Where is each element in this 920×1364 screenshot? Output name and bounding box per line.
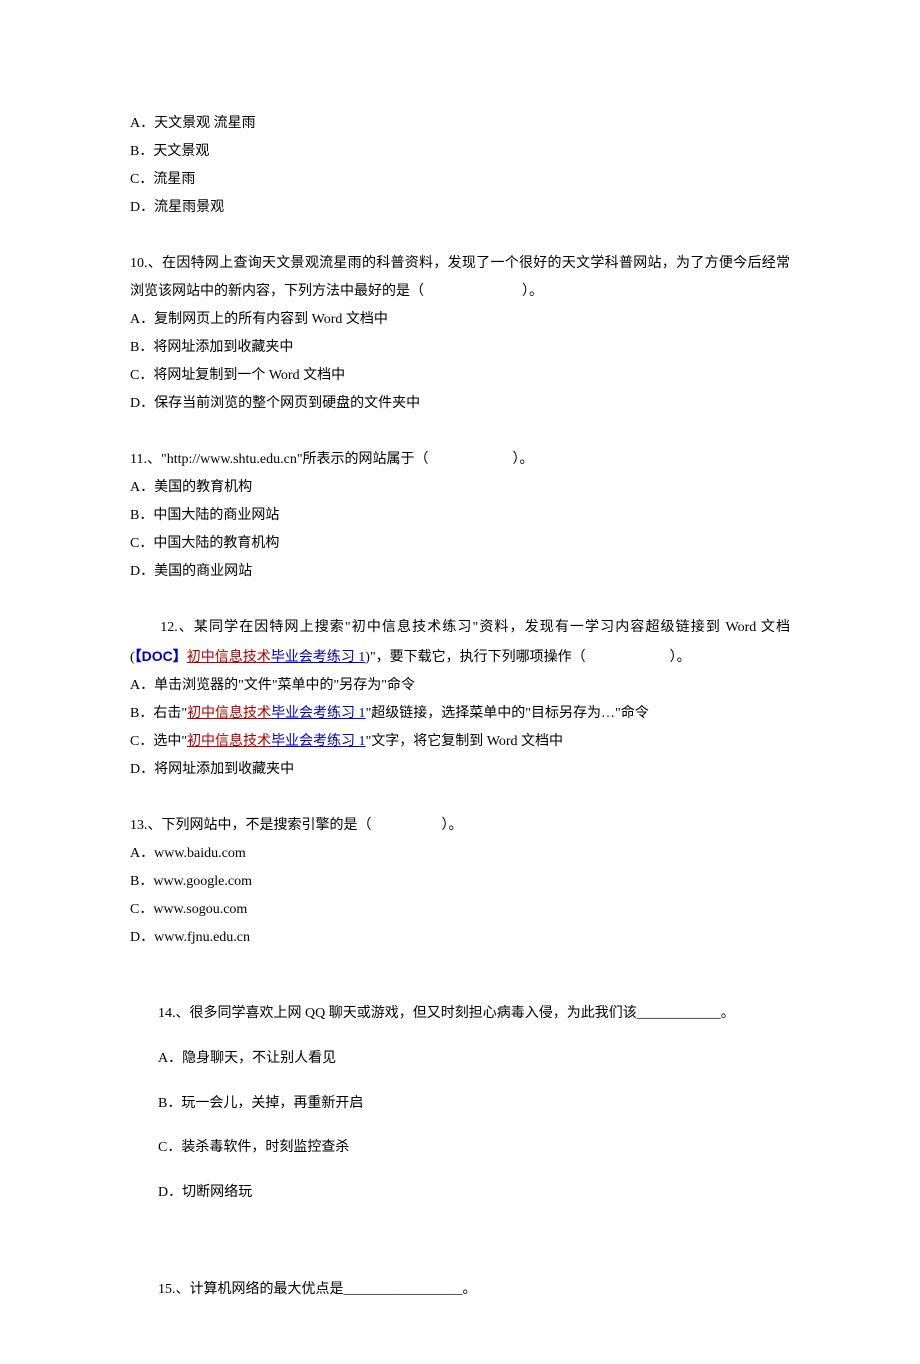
q14-opt-c: C．装杀毒软件，时刻监控查杀 [130,1126,790,1171]
q12-optc-suffix: "文字，将它复制到 Word 文档中 [366,734,563,749]
q11-opt-d: D．美国的商业网站 [130,558,790,586]
q10-stem: 10.、在因特网上查询天文景观流星雨的科普资料，发现了一个很好的天文学科普网站，… [130,250,790,306]
q12-link-b[interactable]: 初中信息技术毕业会考练习 1 [187,706,366,721]
q12-doc-tag-text: DOC [142,648,173,664]
question-10: 10.、在因特网上查询天文景观流星雨的科普资料，发现了一个很好的天文学科普网站，… [130,250,790,418]
q9-opt-b: B．天文景观 [130,138,790,166]
q12-opt-b: B．右击"初中信息技术毕业会考练习 1"超级链接，选择菜单中的"目标另存为…"命… [130,700,790,728]
q11-opt-b: B．中国大陆的商业网站 [130,502,790,530]
q12-opt-a: A．单击浏览器的"文件"菜单中的"另存为"命令 [130,672,790,700]
q12-link-1[interactable]: 初中信息技术毕业会考练习 1 [187,650,366,665]
q9-opt-d: D．流星雨景观 [130,194,790,222]
q12-optb-blue: 毕业会考练习 1 [271,706,366,721]
q13-opt-a: A．www.baidu.com [130,840,790,868]
q13-stem: 13.、下列网站中，不是搜索引擎的是（ ）。 [130,812,790,840]
question-14: 14.、很多同学喜欢上网 QQ 聊天或游戏，但又时刻担心病毒入侵，为此我们该__… [130,992,790,1216]
q10-opt-c: C．将网址复制到一个 Word 文档中 [130,362,790,390]
q14-opt-d: D．切断网络玩 [130,1171,790,1216]
q11-stem: 11.、"http://www.shtu.edu.cn"所表示的网站属于（ ）。 [130,446,790,474]
q10-opt-d: D．保存当前浏览的整个网页到硬盘的文件夹中 [130,390,790,418]
q10-opt-b: B．将网址添加到收藏夹中 [130,334,790,362]
q11-opt-a: A．美国的教育机构 [130,474,790,502]
q12-optb-red: 初中信息技术 [187,706,271,721]
q12-stem: 12.、某同学在因特网上搜索"初中信息技术练习"资料，发现有一学习内容超级链接到… [130,614,790,672]
q9-opt-a: A．天文景观 流星雨 [130,110,790,138]
q12-optc-blue: 毕业会考练习 1 [271,734,366,749]
q13-opt-c: C．www.sogou.com [130,896,790,924]
q12-doc-tag-close: 】 [173,648,187,664]
q12-link1-blue: 毕业会考练习 1 [271,650,366,665]
q12-optc-prefix: C．选中" [130,734,187,749]
q14-opt-b: B．玩一会儿，关掉，再重新开启 [130,1082,790,1127]
q13-opt-d: D．www.fjnu.edu.cn [130,924,790,952]
q12-doc-tag-open: 【 [135,648,142,664]
q14-opt-a: A．隐身聊天，不让别人看见 [130,1037,790,1082]
q14-stem: 14.、很多同学喜欢上网 QQ 聊天或游戏，但又时刻担心病毒入侵，为此我们该__… [130,992,790,1037]
question-13: 13.、下列网站中，不是搜索引擎的是（ ）。 A．www.baidu.com B… [130,812,790,952]
q12-optc-red: 初中信息技术 [187,734,271,749]
q12-link1-red: 初中信息技术 [187,650,271,665]
q10-opt-a: A．复制网页上的所有内容到 Word 文档中 [130,306,790,334]
q12-optb-suffix: "超级链接，选择菜单中的"目标另存为…"命令 [366,706,649,721]
question-11: 11.、"http://www.shtu.edu.cn"所表示的网站属于（ ）。… [130,446,790,586]
question-9-options: A．天文景观 流星雨 B．天文景观 C．流星雨 D．流星雨景观 [130,110,790,222]
q9-opt-c: C．流星雨 [130,166,790,194]
q13-opt-b: B．www.google.com [130,868,790,896]
question-15: 15.、计算机网络的最大优点是_________________。 [130,1276,790,1304]
q12-optb-prefix: B．右击" [130,706,187,721]
question-12: 12.、某同学在因特网上搜索"初中信息技术练习"资料，发现有一学习内容超级链接到… [130,614,790,784]
q12-opt-d: D．将网址添加到收藏夹中 [130,756,790,784]
q12-stem-suffix: )"，要下载它，执行下列哪项操作（ ）。 [365,650,690,665]
q12-opt-c: C．选中"初中信息技术毕业会考练习 1"文字，将它复制到 Word 文档中 [130,728,790,756]
q11-opt-c: C．中国大陆的教育机构 [130,530,790,558]
q15-stem: 15.、计算机网络的最大优点是_________________。 [130,1276,790,1304]
q12-link-c[interactable]: 初中信息技术毕业会考练习 1 [187,734,366,749]
